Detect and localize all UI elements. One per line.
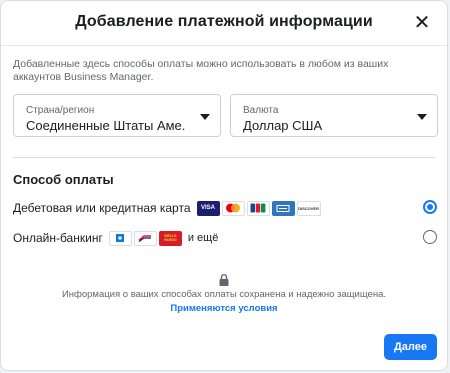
chevron-down-icon [200,114,210,120]
mastercard-icon [221,200,245,216]
payment-dialog: Добавление платежной информации ✕ Добавл… [0,0,448,371]
section-divider [13,157,435,158]
option-online-banking[interactable]: Онлайн-банкинг WELLS FARGO и ещё [13,227,437,249]
currency-value: Доллар США [243,118,323,133]
next-button[interactable]: Далее [384,334,437,360]
chase-icon [108,230,132,246]
option-card-label: Дебетовая или кредитная карта [13,201,191,215]
option-banking-label: Онлайн-банкинг [13,231,103,245]
close-icon[interactable]: ✕ [411,11,433,34]
lock-icon [219,274,229,286]
chevron-down-icon [417,114,427,120]
terms-link[interactable]: Применяются условия [1,303,447,314]
discover-icon: DISCOVER [296,200,321,216]
more-banks-text: и ещё [187,232,219,244]
option-card-radio[interactable] [423,200,437,214]
option-card[interactable]: Дебетовая или кредитная карта VISA DISCO… [13,197,437,219]
visa-icon: VISA [196,200,220,216]
payment-method-title: Способ оплаты [13,172,114,187]
amex-icon [271,200,295,216]
currency-select[interactable]: Валюта Доллар США [230,94,438,137]
dialog-title: Добавление платежной информации [75,13,373,30]
country-value: Соединенные Штаты Аме... [26,118,186,133]
jcb-icon [246,200,270,216]
intro-text: Добавленные здесь способы оплаты можно и… [13,58,389,83]
header-divider [1,45,447,46]
country-select[interactable]: Страна/регион Соединенные Штаты Аме... [13,94,221,137]
option-banking-radio[interactable] [423,230,437,244]
security-note: Информация о ваших способах оплаты сохра… [61,289,387,300]
bank-of-america-icon [133,230,157,246]
country-label: Страна/регион [26,105,95,116]
wells-fargo-icon: WELLS FARGO [158,230,182,246]
currency-label: Валюта [243,105,279,116]
